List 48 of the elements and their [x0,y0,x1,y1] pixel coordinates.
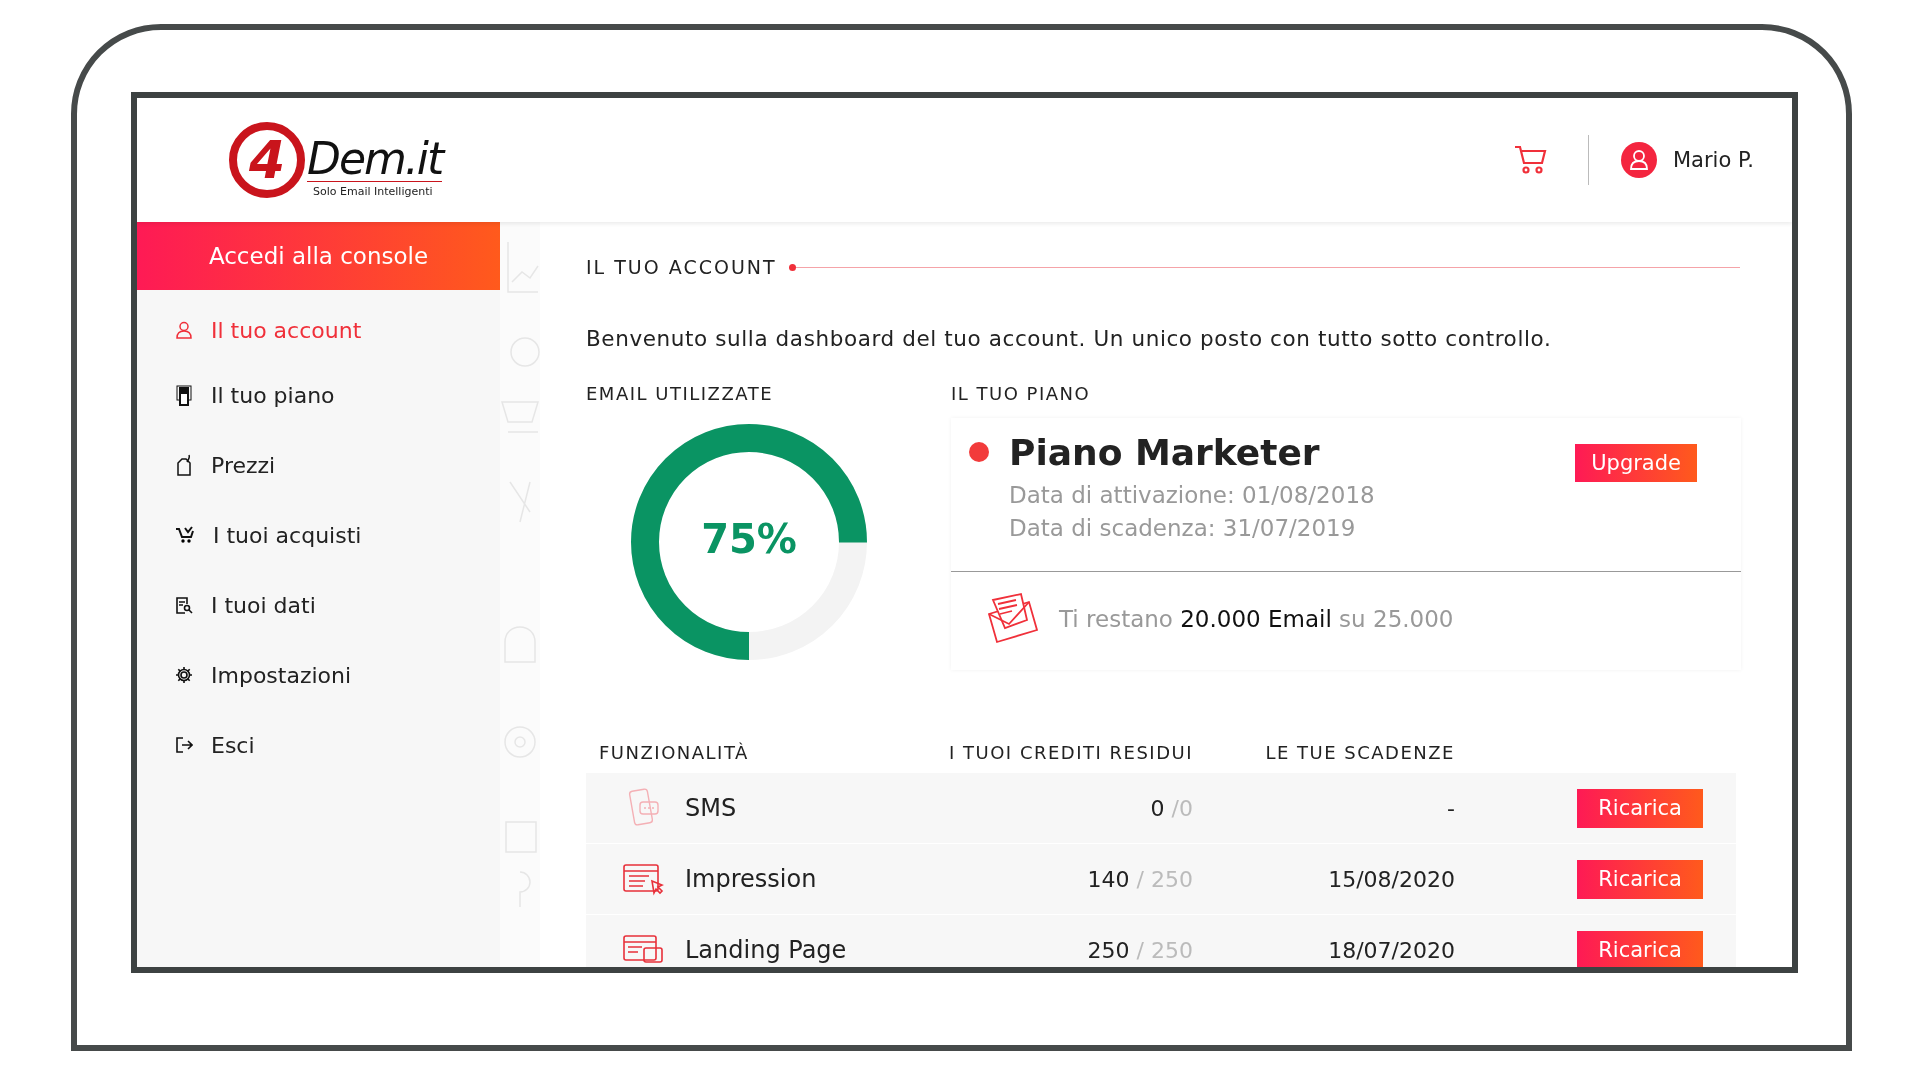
cart-icon[interactable] [1513,145,1548,175]
person-icon [175,321,193,339]
status-dot [969,442,989,462]
logo-mark: 4 [229,122,305,198]
column-header: I TUOI CREDITI RESIDUI [948,741,1193,763]
sidebar-item[interactable]: Prezzi [137,430,500,500]
credits-remaining: 0 /0 [1150,795,1193,821]
recharge-button[interactable]: Ricarica [1577,930,1703,967]
plan-name: Piano Marketer [1009,432,1321,473]
logo-tagline: Solo Email Intelligenti [312,185,434,198]
cart-icon [175,526,195,544]
plan-label: IL TUO PIANO [951,383,1092,404]
upgrade-button[interactable]: Upgrade [1575,444,1697,482]
document-search-icon [175,596,193,614]
sidebar-item[interactable]: I tuoi dati [137,570,500,640]
avatar-icon[interactable] [1620,142,1657,178]
usage-percentage: 75% [700,516,798,562]
credits-remaining: 250 / 250 [1087,937,1193,963]
feature-name: Impression [685,865,817,893]
phone-icon [175,384,193,406]
settings-icon [175,666,193,684]
sidebar-item[interactable]: I tuoi acquisti [137,500,500,570]
envelope-icon [985,592,1039,646]
remaining-emails: Ti restano 20.000 Email su 25.000 [1059,606,1454,632]
feature-name: SMS [685,794,737,822]
feature-name: Landing Page [685,936,847,964]
recharge-button[interactable]: Ricarica [1577,788,1703,828]
recharge-button[interactable]: Ricarica [1577,859,1703,899]
sidebar-item[interactable]: Impostazioni [137,640,500,710]
usage-label: EMAIL UTILIZZATE [586,383,775,404]
credits-remaining: 140 / 250 [1087,866,1193,892]
sidebar-item[interactable]: Esci [137,710,500,780]
section-title: IL TUO ACCOUNT [586,256,777,278]
column-header: LE TUE SCADENZE [1264,741,1455,763]
logout-icon [175,736,193,754]
column-header: FUNZIONALITÀ [598,741,750,763]
price-tag-icon [175,454,193,476]
activation-date: Data di attivazione: 01/08/2018 [1009,481,1375,510]
sidebar-item[interactable]: Il tuo account [137,300,500,360]
user-name[interactable]: Mario P. [1672,148,1754,172]
expiry-date: 15/08/2020 [1328,866,1455,892]
sidebar-item[interactable]: Il tuo piano [137,360,500,430]
console-button[interactable]: Accedi alla console [137,222,500,290]
welcome-text: Benvenuto sulla dashboard del tuo account. Un unico posto con tutto sotto controllo. [586,326,1553,351]
expiry-date: 18/07/2020 [1328,937,1455,963]
logo-name: Dem.it [307,137,443,182]
expiry-date: Data di scadenza: 31/07/2019 [1009,514,1357,543]
expiry-date: - [1447,795,1455,821]
